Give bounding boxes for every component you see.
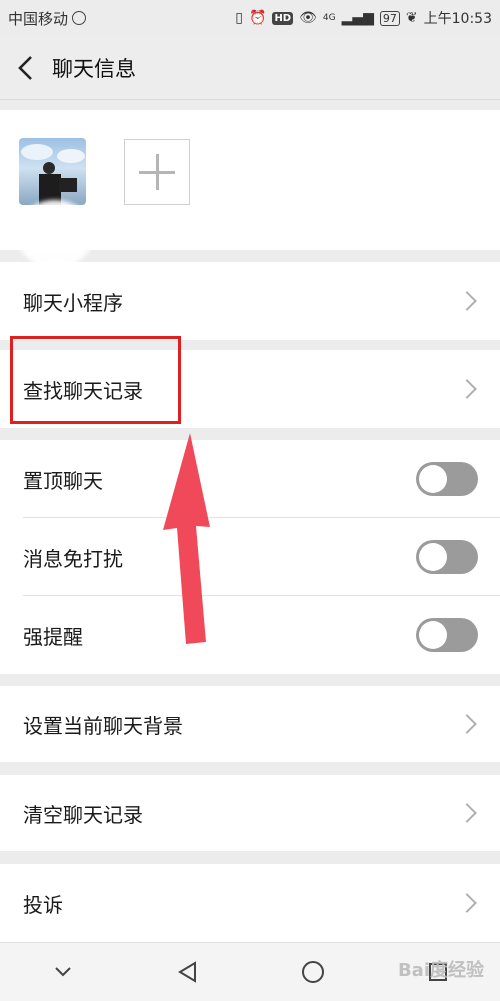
strong-reminder-label: 强提醒	[23, 624, 83, 649]
toggle-knob	[419, 621, 447, 649]
search-history-row[interactable]: 查找聊天记录	[0, 350, 500, 428]
mute-label: 消息免打扰	[23, 546, 123, 571]
network-label: 4G	[322, 13, 336, 23]
nav-home-button[interactable]	[288, 947, 338, 997]
status-left: 中国移动	[8, 8, 87, 29]
mute-row: 消息免打扰	[0, 518, 500, 596]
page-title: 聊天信息	[52, 56, 136, 81]
pin-chat-label: 置顶聊天	[23, 468, 103, 493]
members-section	[0, 110, 500, 268]
avatar-photo-icon	[21, 144, 85, 205]
toggle-knob	[419, 465, 447, 493]
nav-collapse-button[interactable]	[38, 947, 88, 997]
status-bar: 中国移动 ▯ ⏰ HD 👁 4G ▂▄▆ 97 ❦ 上午10:53	[0, 0, 500, 36]
nav-back-button[interactable]	[163, 947, 213, 997]
chevron-right-icon	[457, 803, 477, 823]
carrier-label: 中国移动	[8, 9, 69, 28]
clock-time: 上午10:53	[423, 11, 492, 27]
chevron-right-icon	[457, 291, 477, 311]
vibrate-icon: ▯	[235, 10, 243, 26]
mini-program-label: 聊天小程序	[23, 290, 123, 315]
eye-icon: 👁	[299, 10, 317, 26]
top-bar: 聊天信息	[0, 36, 500, 100]
toggle-knob	[419, 543, 447, 571]
member-name-blurred	[16, 200, 94, 268]
chevron-right-icon	[457, 379, 477, 399]
status-right: ▯ ⏰ HD 👁 4G ▂▄▆ 97 ❦ 上午10:53	[235, 8, 492, 28]
watermark: Bai度经验	[397, 960, 484, 981]
signal-icon: ▂▄▆	[341, 10, 374, 26]
set-background-row[interactable]: 设置当前聊天背景	[0, 686, 500, 762]
chevron-right-icon	[457, 893, 477, 913]
strong-reminder-row: 强提醒	[0, 596, 500, 674]
battery-icon: 97	[379, 10, 400, 26]
clear-history-label: 清空聊天记录	[23, 802, 143, 827]
hd-icon: HD	[272, 11, 294, 25]
set-background-label: 设置当前聊天背景	[23, 713, 183, 738]
pin-chat-toggle[interactable]	[416, 462, 478, 496]
back-arrow-icon	[18, 55, 32, 80]
alarm-icon: ⏰	[249, 10, 267, 26]
loading-icon	[72, 11, 87, 25]
back-button[interactable]	[0, 36, 52, 100]
strong-reminder-toggle[interactable]	[416, 618, 478, 652]
add-member-button[interactable]	[124, 139, 190, 205]
member-avatar[interactable]	[19, 138, 86, 205]
mute-toggle[interactable]	[416, 540, 478, 574]
circle-home-icon	[301, 961, 324, 983]
complain-row[interactable]: 投诉	[0, 864, 500, 942]
search-history-label: 查找聊天记录	[23, 378, 143, 403]
complain-label: 投诉	[23, 892, 63, 917]
leaf-icon: ❦	[405, 10, 418, 26]
chevron-down-icon	[54, 967, 71, 977]
clear-history-row[interactable]: 清空聊天记录	[0, 775, 500, 851]
chevron-right-icon	[457, 714, 477, 734]
triangle-back-icon	[177, 961, 196, 983]
mini-program-row[interactable]: 聊天小程序	[0, 262, 500, 340]
pin-chat-row: 置顶聊天	[0, 440, 500, 518]
